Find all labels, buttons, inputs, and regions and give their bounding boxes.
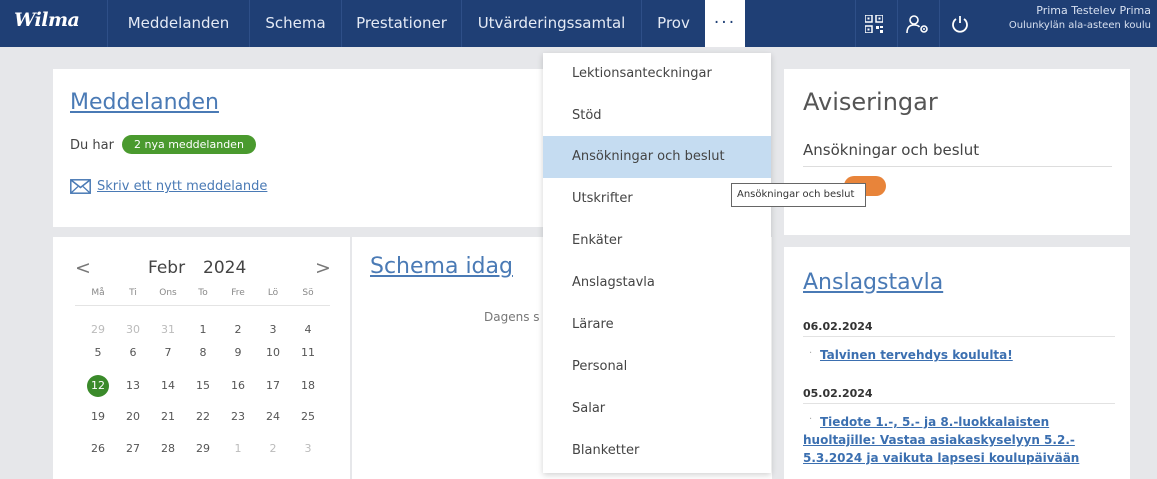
top-navigation-bar: Wilma Meddelanden Schema Prestationer Ut… xyxy=(0,0,1157,47)
calendar-day[interactable]: 2 xyxy=(226,319,250,341)
user-account[interactable]: Prima Testelev Prima Oulunkylän ala-aste… xyxy=(1003,3,1157,33)
envelope-icon xyxy=(70,179,91,194)
menu-item-stod[interactable]: Stöd xyxy=(543,95,771,137)
power-icon[interactable] xyxy=(939,0,979,47)
notices-panel: Aviseringar Ansökningar och beslut xyxy=(784,69,1130,235)
calendar-day-today[interactable]: 12 xyxy=(87,375,109,397)
notices-title: Aviseringar xyxy=(803,88,938,116)
calendar-day[interactable]: 17 xyxy=(261,375,285,397)
menu-item-lektionsanteckningar[interactable]: Lektionsanteckningar xyxy=(543,53,771,95)
calendar-day[interactable]: 7 xyxy=(156,342,180,364)
calendar-divider xyxy=(75,305,330,306)
calendar-day[interactable]: 30 xyxy=(121,319,145,341)
calendar-day[interactable]: 25 xyxy=(296,406,320,428)
menu-item-blanketter[interactable]: Blanketter xyxy=(543,430,771,472)
calendar-year[interactable]: 2024 xyxy=(203,258,246,278)
weekday-header: To xyxy=(198,288,208,298)
bullet-icon: · xyxy=(809,348,813,359)
news-link-line[interactable]: Tiedote 1.-, 5.- ja 8.-luokkalaisten xyxy=(820,413,1049,431)
write-new-message-link[interactable]: Skriv ett nytt meddelande xyxy=(97,179,267,194)
user-name: Prima Testelev Prima xyxy=(1036,4,1151,17)
calendar-next-button[interactable]: > xyxy=(315,257,331,279)
calendar-day[interactable]: 15 xyxy=(191,375,215,397)
calendar-month[interactable]: Febr xyxy=(148,258,185,278)
schedule-empty-text: Dagens s xyxy=(484,310,540,324)
calendar-day[interactable]: 31 xyxy=(156,319,180,341)
calendar-day[interactable]: 6 xyxy=(121,342,145,364)
menu-item-anslagstavla[interactable]: Anslagstavla xyxy=(543,262,771,304)
calendar-day[interactable]: 19 xyxy=(86,406,110,428)
messages-panel: Meddelanden Du har 2 nya meddelanden Skr… xyxy=(53,69,543,227)
calendar-day[interactable]: 23 xyxy=(226,406,250,428)
calendar-day[interactable]: 22 xyxy=(191,406,215,428)
notice-item-label[interactable]: Ansökningar och beslut xyxy=(803,141,979,159)
news-divider xyxy=(803,336,1115,337)
schedule-title-link[interactable]: Schema idag xyxy=(370,254,513,279)
you-have-label: Du har xyxy=(70,138,114,153)
weekday-header: Må xyxy=(91,288,105,298)
calendar-day[interactable]: 5 xyxy=(86,342,110,364)
write-new-message[interactable]: Skriv ett nytt meddelande xyxy=(70,179,267,194)
menu-item-personal[interactable]: Personal xyxy=(543,346,771,388)
calendar-day[interactable]: 18 xyxy=(296,375,320,397)
news-date: 06.02.2024 xyxy=(803,320,873,333)
calendar-prev-button[interactable]: < xyxy=(75,257,91,279)
board-title-link[interactable]: Anslagstavla xyxy=(803,270,943,295)
calendar-day[interactable]: 26 xyxy=(86,438,110,460)
nav-schema[interactable]: Schema xyxy=(249,0,341,47)
calendar-day[interactable]: 29 xyxy=(86,319,110,341)
news-date: 05.02.2024 xyxy=(803,387,873,400)
calendar-day[interactable]: 14 xyxy=(156,375,180,397)
calendar-day[interactable]: 29 xyxy=(191,438,215,460)
news-link[interactable]: Talvinen tervehdys koululta! xyxy=(820,346,1013,364)
calendar-day[interactable]: 27 xyxy=(121,438,145,460)
new-messages-badge[interactable]: 2 nya meddelanden xyxy=(122,135,256,154)
menu-item-larare[interactable]: Lärare xyxy=(543,304,771,346)
calendar-day[interactable]: 1 xyxy=(191,319,215,341)
weekday-header: Fre xyxy=(231,288,245,298)
nav-utvarderingssamtal[interactable]: Utvärderingssamtal xyxy=(461,0,641,47)
news-divider xyxy=(803,403,1115,404)
calendar-day[interactable]: 11 xyxy=(296,342,320,364)
nav-meddelanden[interactable]: Meddelanden xyxy=(107,0,249,47)
menu-item-ansokningar-och-beslut[interactable]: Ansökningar och beslut xyxy=(543,136,771,178)
messages-title-link[interactable]: Meddelanden xyxy=(70,90,219,115)
qr-code-icon[interactable] xyxy=(855,0,891,47)
weekday-header: Lö xyxy=(267,288,279,298)
notices-divider xyxy=(803,166,1112,167)
calendar-day[interactable]: 9 xyxy=(226,342,250,364)
weekday-header: Ti xyxy=(129,288,137,298)
calendar-day[interactable]: 8 xyxy=(191,342,215,364)
bullet-icon: · xyxy=(809,414,813,425)
more-menu-button[interactable]: ··· xyxy=(705,0,745,47)
user-settings-icon[interactable] xyxy=(897,0,937,47)
nav-prestationer[interactable]: Prestationer xyxy=(341,0,461,47)
wilma-logo[interactable]: Wilma xyxy=(14,9,80,31)
more-dropdown-menu: Lektionsanteckningar Stöd Ansökningar oc… xyxy=(543,53,771,473)
weekday-header: Sö xyxy=(302,288,314,298)
weekday-header: Ons xyxy=(159,288,177,298)
news-link-line[interactable]: 5.3.2024 ja vaikuta lapsesi koulupäivään xyxy=(803,449,1079,467)
calendar-day[interactable]: 10 xyxy=(261,342,285,364)
nav-prov[interactable]: Prov xyxy=(641,0,705,47)
calendar-day[interactable]: 3 xyxy=(296,438,320,460)
calendar-day[interactable]: 3 xyxy=(261,319,285,341)
menu-tooltip: Ansökningar och beslut xyxy=(731,183,866,207)
calendar-day[interactable]: 20 xyxy=(121,406,145,428)
calendar-day[interactable]: 21 xyxy=(156,406,180,428)
menu-item-salar[interactable]: Salar xyxy=(543,388,771,430)
calendar-day[interactable]: 13 xyxy=(121,375,145,397)
news-link-line[interactable]: huoltajille: Vastaa asiakaskyselyyn 5.2.… xyxy=(803,431,1075,449)
calendar-day[interactable]: 16 xyxy=(226,375,250,397)
menu-item-enkater[interactable]: Enkäter xyxy=(543,220,771,262)
calendar-day[interactable]: 1 xyxy=(226,438,250,460)
calendar-day[interactable]: 24 xyxy=(261,406,285,428)
calendar-day[interactable]: 2 xyxy=(261,438,285,460)
user-school: Oulunkylän ala-asteen koulu xyxy=(1008,20,1151,31)
calendar-day[interactable]: 4 xyxy=(296,319,320,341)
calendar-day[interactable]: 28 xyxy=(156,438,180,460)
